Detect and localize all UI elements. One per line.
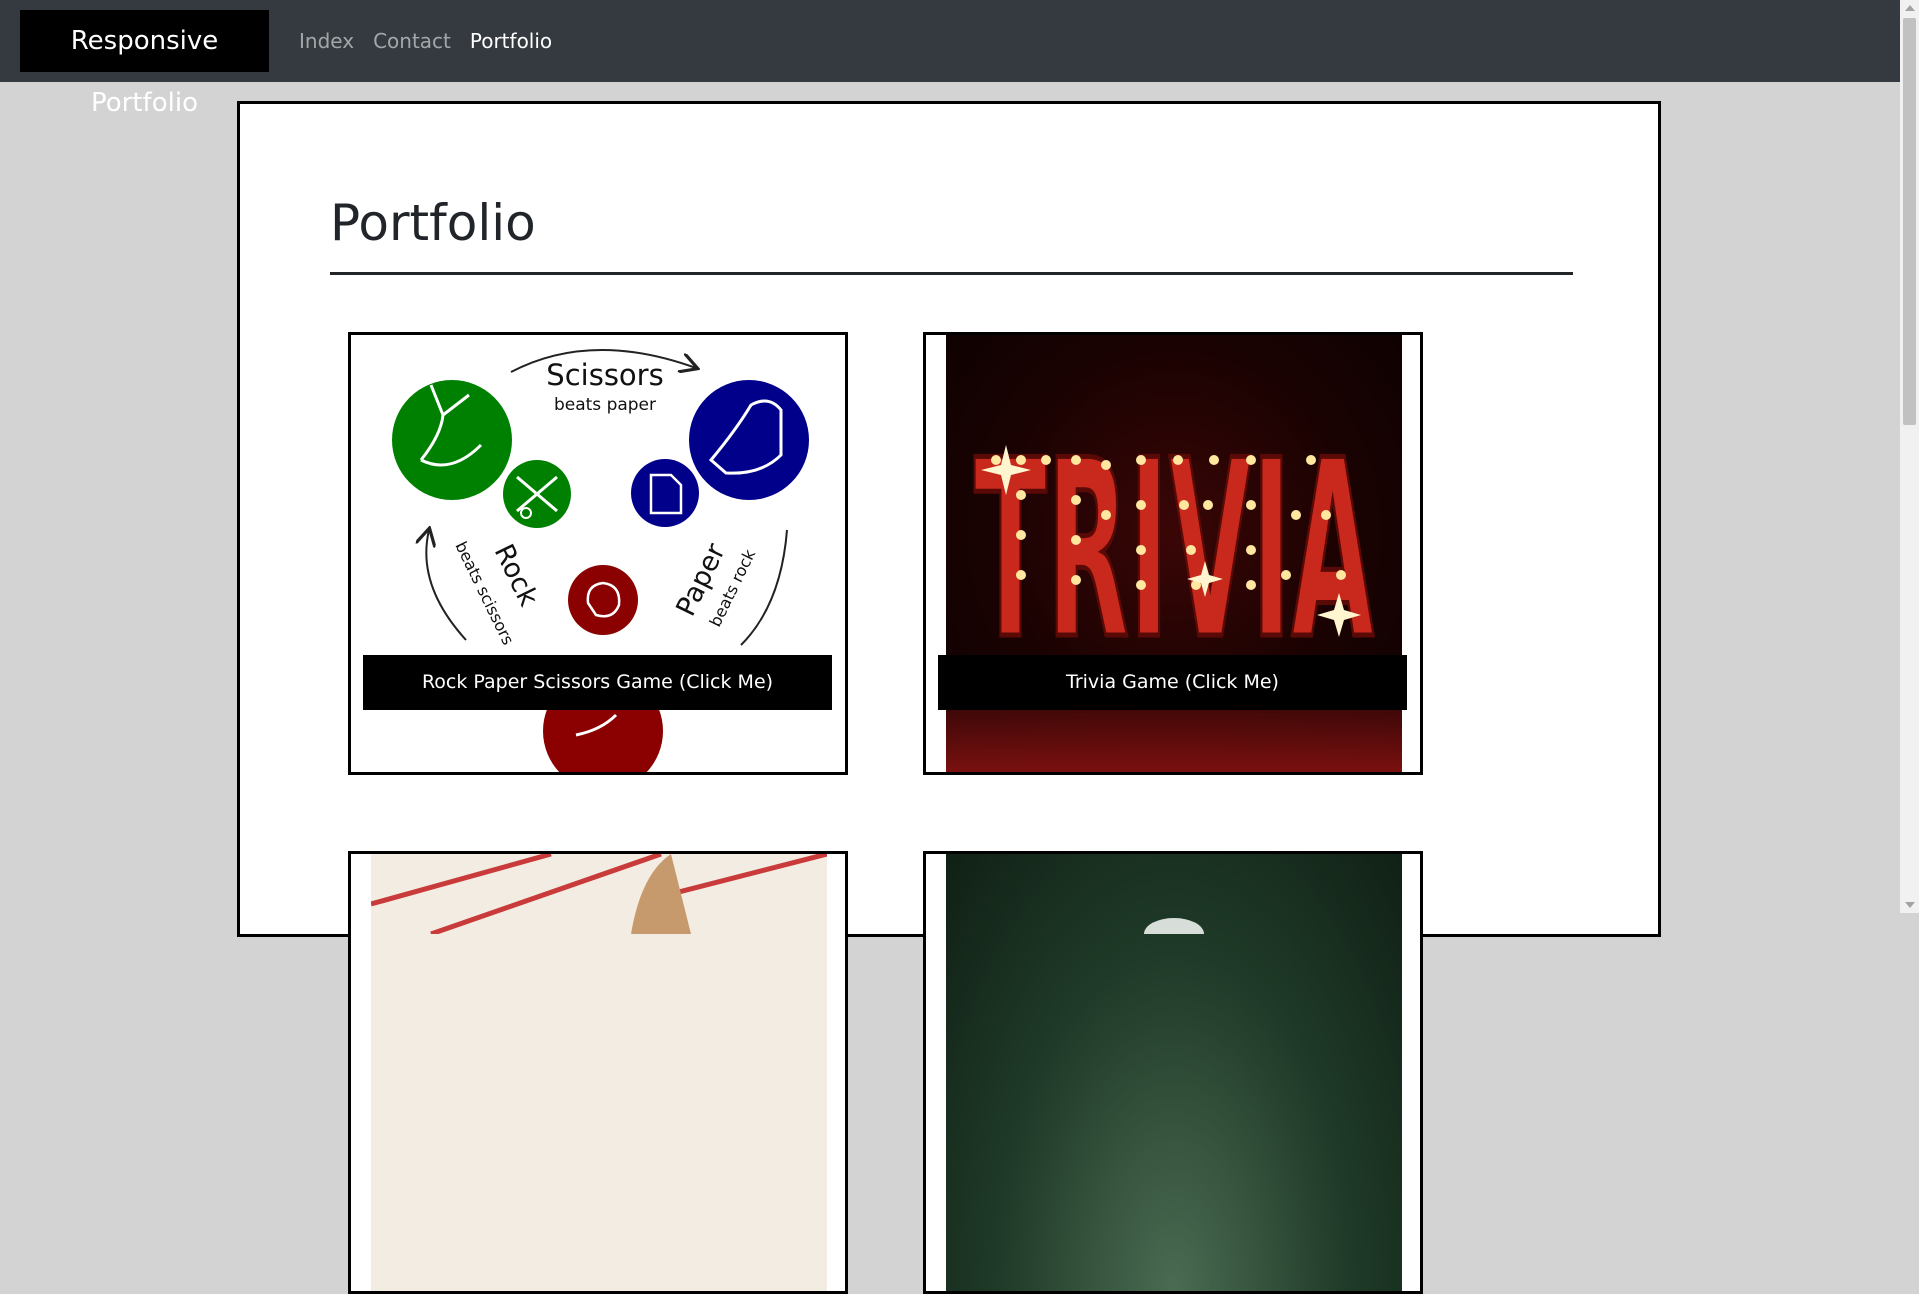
- page-scrollbar[interactable]: [1900, 0, 1919, 913]
- paper-hand-circle: [689, 380, 809, 500]
- scissors-sublabel: beats paper: [554, 395, 656, 415]
- brand-logo-link[interactable]: Responsive Portfolio: [20, 10, 269, 118]
- nav-link-portfolio[interactable]: Portfolio: [470, 29, 552, 53]
- rock-stone-circle: [568, 565, 638, 635]
- scroll-thumb[interactable]: [1903, 18, 1916, 425]
- card-3-image-svg: [371, 854, 827, 937]
- scroll-up-icon[interactable]: [1905, 5, 1915, 11]
- scroll-down-icon[interactable]: [1905, 902, 1915, 908]
- nav-links: Index Contact Portfolio: [299, 0, 571, 82]
- card-4-image: [946, 854, 1402, 1291]
- trivia-marquee-text: TRIVIA: [974, 408, 1374, 693]
- card-4-image-svg: [1144, 918, 1204, 950]
- card-3-image: [371, 854, 827, 1291]
- rps-game-card[interactable]: Scissors beats paper Rock beats scissors…: [348, 332, 848, 775]
- page-title: Portfolio: [330, 194, 536, 252]
- portfolio-card-4[interactable]: [923, 851, 1423, 1294]
- trivia-game-card[interactable]: TRIVIA Trivia Game (Click Me): [923, 332, 1423, 775]
- trivia-game-link[interactable]: Trivia Game (Click Me): [938, 655, 1407, 710]
- arrow-right: [740, 529, 788, 646]
- scissors-label: Scissors: [546, 358, 663, 392]
- title-divider: [330, 272, 1573, 275]
- rps-game-link[interactable]: Rock Paper Scissors Game (Click Me): [363, 655, 832, 710]
- paper-sheet-circle: [631, 459, 699, 527]
- portfolio-card-3[interactable]: [348, 851, 848, 1294]
- portfolio-container: Portfolio Scissors beats paper Rock beat…: [237, 101, 1661, 1294]
- scissors-hand-circle: [392, 380, 512, 500]
- nav-link-contact[interactable]: Contact: [373, 29, 451, 53]
- nav-link-index[interactable]: Index: [299, 29, 354, 53]
- top-navbar: Responsive Portfolio Index Contact Portf…: [0, 0, 1900, 118]
